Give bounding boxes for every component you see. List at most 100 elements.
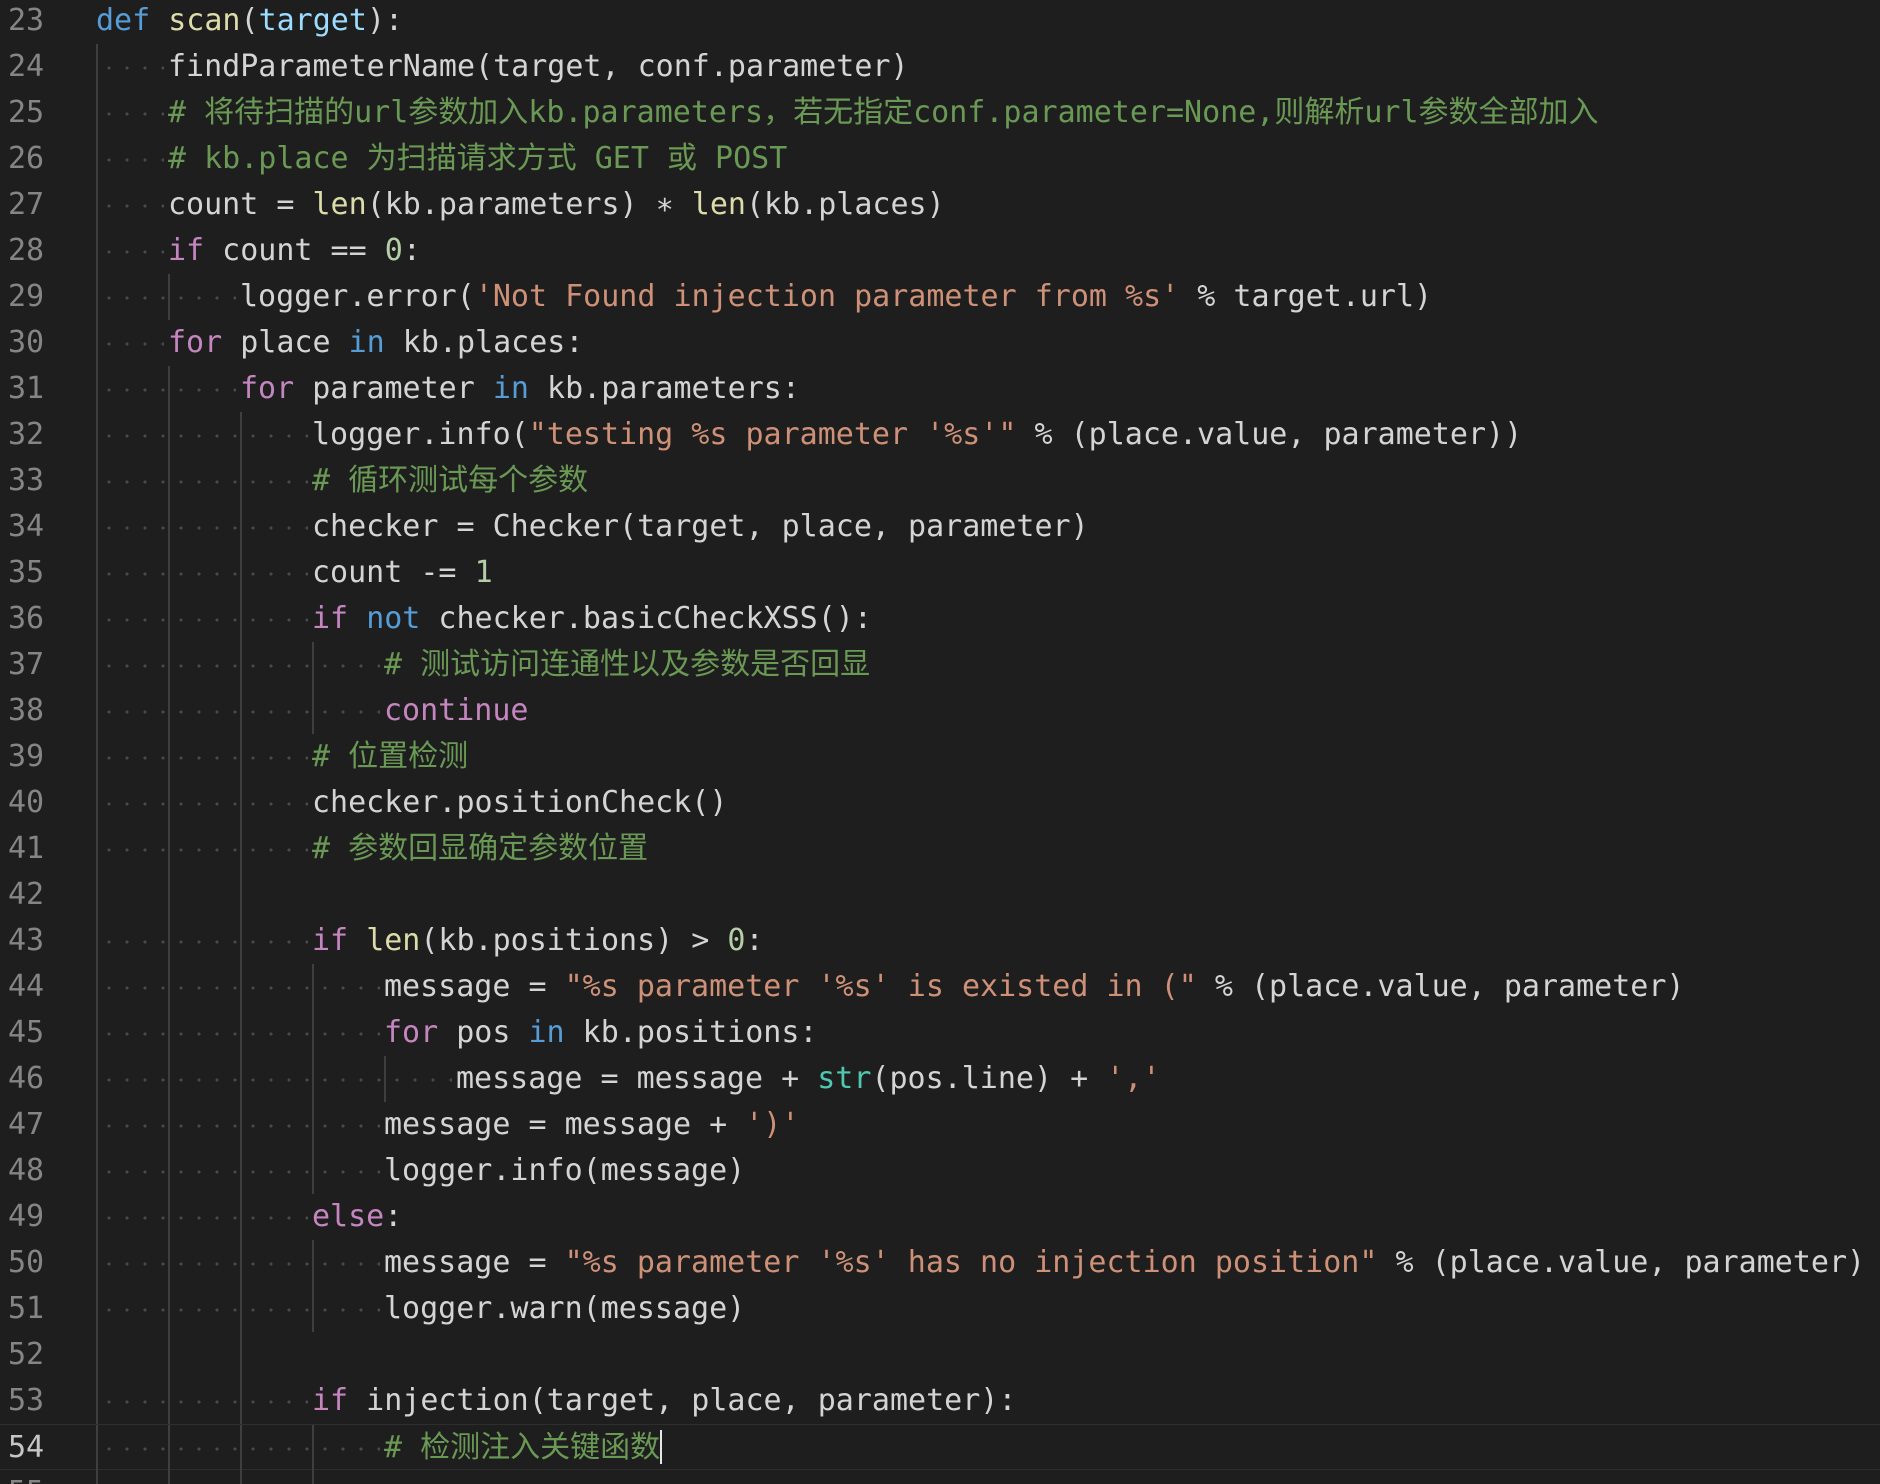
code-line[interactable]: 41 # 参数回显确定参数位置 [0,826,1880,872]
code-text[interactable]: # 检测注入关键函数 [384,1425,663,1471]
code-text[interactable]: message = "%s parameter '%s' is existed … [384,964,1684,1010]
code-line[interactable]: 33 # 循环测试每个参数 [0,458,1880,504]
code-line[interactable]: 55 [0,1470,1880,1484]
code-text[interactable]: continue [384,688,529,734]
code-line[interactable]: 52 [0,1332,1880,1378]
line-number: 24 [8,49,45,84]
whitespace-markers [100,412,308,458]
code-text[interactable]: # 循环测试每个参数 [312,458,588,504]
code-line[interactable]: 43 if len(kb.positions) > 0: [0,918,1880,964]
code-line[interactable]: 36 if not checker.basicCheckXSS(): [0,596,1880,642]
code-line[interactable]: 53 if injection(target, place, parameter)… [0,1378,1880,1424]
code-text[interactable]: findParameterName(target, conf.parameter… [168,44,909,90]
indent-guide [168,918,170,964]
code-line[interactable]: 44 message = "%s parameter '%s' is existe… [0,964,1880,1010]
line-number: 42 [8,877,45,912]
indent-guide [168,274,170,320]
indent-guide [168,1148,170,1194]
code-line[interactable]: 50 message = "%s parameter '%s' has no in… [0,1240,1880,1286]
code-token: else [312,1199,385,1234]
code-string: ',' [1106,1061,1161,1096]
code-line[interactable]: 25 # 将待扫描的url参数加入kb.parameters，若无指定conf.p… [0,90,1880,136]
code-line[interactable]: 35 count -= 1 [0,550,1880,596]
code-text[interactable]: # 将待扫描的url参数加入kb.parameters，若无指定conf.par… [168,90,1599,136]
code-text[interactable]: message = "%s parameter '%s' has no inje… [384,1240,1865,1286]
code-line[interactable]: 31 for parameter in kb.parameters: [0,366,1880,412]
code-line[interactable]: 46 message = message + str(pos.line) + ',… [0,1056,1880,1102]
code-text[interactable]: logger.info(message) [384,1148,745,1194]
line-number: 25 [8,95,45,130]
code-text[interactable]: logger.error('Not Found injection parame… [240,274,1432,320]
code-line[interactable]: 42 [0,872,1880,918]
whitespace-markers [100,596,308,642]
indent-guide [240,1240,242,1286]
code-token: for [240,371,295,406]
whitespace-markers [100,918,308,964]
indent-guide [312,1240,314,1286]
code-line[interactable]: 39 # 位置检测 [0,734,1880,780]
line-number: 49 [8,1199,45,1234]
code-line[interactable]: 37 # 测试访问连通性以及参数是否回显 [0,642,1880,688]
indent-guide [240,734,242,780]
code-text[interactable]: count -= 1 [312,550,493,596]
line-number: 47 [8,1107,45,1142]
code-line[interactable]: 23 def scan(target): [0,0,1880,44]
code-text[interactable]: # 测试访问连通性以及参数是否回显 [384,642,870,688]
code-text[interactable]: if count == 0: [168,228,421,274]
indent-guide [168,1286,170,1332]
code-editor[interactable]: 23 def scan(target): 24 findParameterName(t… [0,0,1880,1484]
line-number: 54 [8,1430,45,1465]
code-text[interactable]: logger.info("testing %s parameter '%s'" … [312,412,1522,458]
code-line[interactable]: 54 # 检测注入关键函数 [0,1424,1880,1471]
code-line[interactable]: 26 # kb.place 为扫描请求方式 GET 或 POST [0,136,1880,182]
code-string: 'Not Found injection parameter from %s' [474,279,1180,314]
line-number: 31 [8,371,45,406]
code-line[interactable]: 24 findParameterName(target, conf.paramet… [0,44,1880,90]
code-line[interactable]: 40 checker.positionCheck() [0,780,1880,826]
indent-guide [240,1194,242,1240]
code-text[interactable]: if not checker.basicCheckXSS(): [312,596,872,642]
indent-guide [240,642,242,688]
code-token: if [168,233,205,268]
code-text[interactable]: message = message + str(pos.line) + ',' [456,1056,1160,1102]
code-line[interactable]: 28 if count == 0: [0,228,1880,274]
indent-guide [312,1102,314,1148]
code-line[interactable]: 47 message = message + ')' [0,1102,1880,1148]
code-text[interactable]: if len(kb.positions) > 0: [312,918,764,964]
code-token: kb.positions: [564,1015,818,1050]
code-line[interactable]: 51 logger.warn(message) [0,1286,1880,1332]
indent-guide [96,642,98,688]
code-line[interactable]: 48 logger.info(message) [0,1148,1880,1194]
whitespace-markers [100,1194,308,1240]
code-line[interactable]: 29 logger.error('Not Found injection para… [0,274,1880,320]
code-line[interactable]: 38 continue [0,688,1880,734]
code-text[interactable]: logger.warn(message) [384,1286,745,1332]
code-text[interactable]: for parameter in kb.parameters: [240,366,800,412]
code-text[interactable]: # 参数回显确定参数位置 [312,826,648,872]
code-text[interactable]: message = message + ')' [384,1102,799,1148]
code-text[interactable]: for place in kb.places: [168,320,583,366]
indent-guide [240,1378,242,1424]
whitespace-markers [100,780,308,826]
code-token: in [528,1015,565,1050]
code-text[interactable]: # kb.place 为扫描请求方式 GET 或 POST [168,136,787,182]
code-text[interactable]: checker = Checker(target, place, paramet… [312,504,1089,550]
line-number: 30 [8,325,45,360]
code-text[interactable]: # 位置检测 [312,734,468,780]
code-line[interactable]: 49 else: [0,1194,1880,1240]
code-line[interactable]: 27 count = len(kb.parameters) ∗ len(kb.pl… [0,182,1880,228]
indent-guide [168,1378,170,1424]
code-line[interactable]: 45 for pos in kb.positions: [0,1010,1880,1056]
indent-guide [312,688,314,734]
code-text[interactable]: for pos in kb.positions: [384,1010,818,1056]
code-string: "%s parameter '%s' is existed in (" [564,969,1197,1004]
code-text[interactable]: else: [312,1194,402,1240]
code-line[interactable]: 34 checker = Checker(target, place, param… [0,504,1880,550]
code-line[interactable]: 30 for place in kb.places: [0,320,1880,366]
code-text[interactable]: count = len(kb.parameters) ∗ len(kb.plac… [168,182,945,228]
code-text[interactable]: checker.positionCheck() [312,780,727,826]
code-text[interactable]: if injection(target, place, parameter): [312,1378,1016,1424]
code-token: kb.parameters: [529,371,800,406]
code-line[interactable]: 32 logger.info("testing %s parameter '%s'… [0,412,1880,458]
code-text[interactable]: def scan(target): [96,0,403,44]
